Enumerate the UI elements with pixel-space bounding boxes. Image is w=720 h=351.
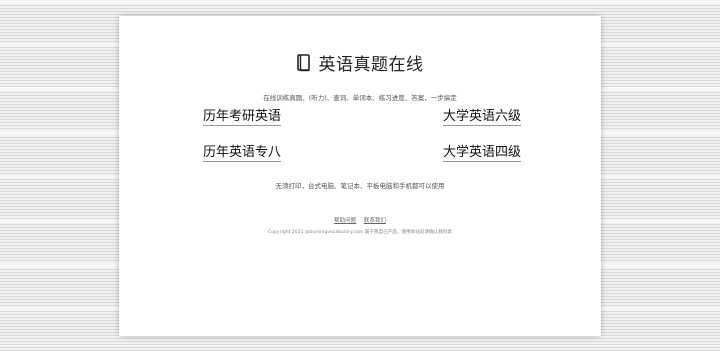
- help-link[interactable]: 帮助问题: [334, 218, 356, 224]
- link-kaoyan-english[interactable]: 历年考研英语: [203, 109, 282, 126]
- book-icon: [296, 53, 311, 72]
- page-title: 英语真题在线: [119, 50, 601, 75]
- copyright-text: Copyright 2021 @burningvocabulary.com 属于…: [267, 230, 453, 235]
- title-text: 英语真题在线: [318, 55, 424, 75]
- link-cet6[interactable]: 大学英语六级: [443, 109, 522, 126]
- usage-description: 无须打印，台式电脑、笔记本、平板电脑和手机都可以使用: [275, 182, 445, 190]
- subtitle: 在线训练真题、(听力)、查词、单词本、练习进度、答案，一步搞定: [263, 94, 457, 102]
- footer-links: 帮助问题 联系我们: [119, 216, 601, 224]
- main-card: 英语真题在线 在线训练真题、(听力)、查词、单词本、练习进度、答案，一步搞定 历…: [119, 16, 601, 336]
- link-tem8[interactable]: 历年英语专八: [203, 145, 282, 162]
- contact-link[interactable]: 联系我们: [364, 218, 386, 224]
- link-cet4[interactable]: 大学英语四级: [443, 145, 522, 162]
